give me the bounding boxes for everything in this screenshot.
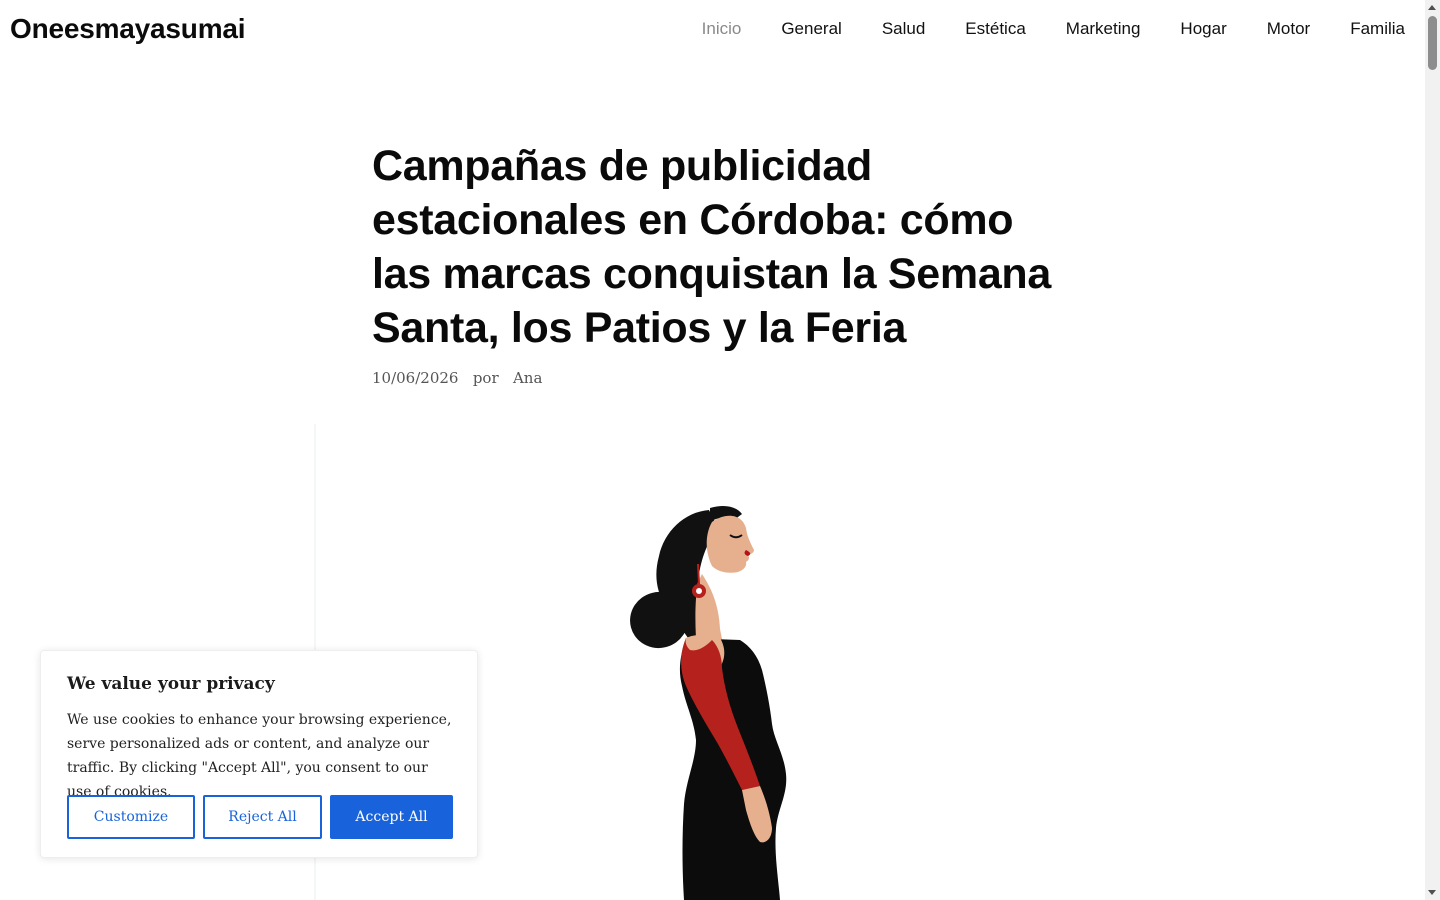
cookie-consent-banner: We value your privacy We use cookies to … (40, 650, 478, 858)
site-header: Oneesmayasumai Inicio General Salud Esté… (0, 0, 1425, 58)
scrollbar-thumb[interactable] (1428, 16, 1437, 70)
cookie-title: We value your privacy (67, 674, 275, 694)
page: Oneesmayasumai Inicio General Salud Esté… (0, 0, 1425, 900)
vertical-scrollbar[interactable] (1425, 0, 1440, 900)
nav-item-inicio[interactable]: Inicio (682, 18, 762, 40)
nav-item-hogar[interactable]: Hogar (1160, 18, 1246, 40)
article-meta: 10/06/2026 por Ana (372, 367, 1072, 389)
article-author[interactable]: Ana (513, 369, 542, 387)
scroll-up-arrow-icon[interactable] (1428, 5, 1436, 10)
article-date: 10/06/2026 (372, 369, 459, 387)
scroll-down-arrow-icon[interactable] (1428, 890, 1436, 895)
reject-all-button[interactable]: Reject All (203, 795, 322, 839)
nav-item-general[interactable]: General (761, 18, 861, 40)
nav-item-marketing[interactable]: Marketing (1046, 18, 1161, 40)
cookie-buttons: Customize Reject All Accept All (67, 795, 453, 839)
accept-all-button[interactable]: Accept All (330, 795, 453, 839)
article-by: por (472, 369, 499, 387)
cookie-text: We use cookies to enhance your browsing … (67, 712, 452, 800)
nav-item-motor[interactable]: Motor (1247, 18, 1330, 40)
customize-button[interactable]: Customize (67, 795, 195, 839)
nav-item-estetica[interactable]: Estética (945, 18, 1045, 40)
nav-item-salud[interactable]: Salud (862, 18, 945, 40)
nav-item-familia[interactable]: Familia (1330, 18, 1405, 40)
main-nav: Inicio General Salud Estética Marketing … (682, 18, 1405, 40)
article-title: Campañas de publicidad estacionales en C… (372, 142, 1052, 352)
article-header: Campañas de publicidad estacionales en C… (372, 139, 1072, 389)
site-title[interactable]: Oneesmayasumai (10, 11, 246, 47)
